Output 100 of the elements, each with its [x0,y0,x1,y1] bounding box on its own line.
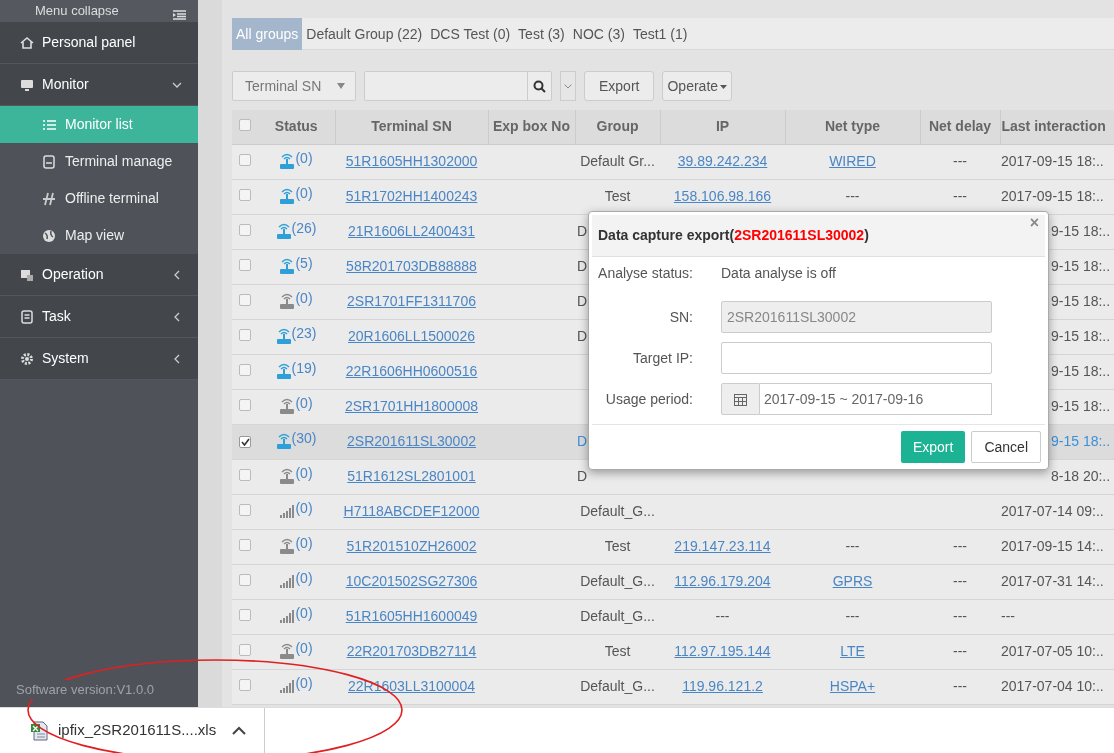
column-header: Exp box No [493,118,570,135]
last-interaction-text: 2017-09-15 18:.. [1001,188,1104,204]
net-type-link[interactable]: LTE [840,643,865,659]
row-checkbox[interactable] [239,574,251,586]
net-delay-text: --- [953,643,967,659]
group-text: Default Gr... [580,153,655,169]
group-text: Test [604,188,631,204]
search-icon [533,79,546,93]
net-delay-text: --- [953,538,967,554]
status-value: Data analyse is off [721,264,836,283]
column-header: Net delay [928,118,992,135]
row-checkbox[interactable] [239,189,251,201]
net-type-text: --- [845,188,860,204]
row-checkbox[interactable] [239,539,251,551]
globe-icon [42,228,56,243]
search-field[interactable] [364,71,552,101]
row-checkbox[interactable] [239,364,251,376]
field-label: SN: [668,308,693,327]
group-tab[interactable]: Default Group (22) [302,17,427,50]
dialog-title: Data capture export(2SR201611SL30002) [598,226,869,245]
last-interaction-text: 9-15 18:.. [1051,293,1111,309]
status-count: (19) [291,359,317,378]
column-header: IP [715,118,730,135]
group-text: D [577,433,588,449]
group-text: D [577,258,588,274]
slashes-icon [42,191,56,206]
downloaded-file-name[interactable]: ipfix_2SR201611S....xls [58,719,217,742]
status-count: (0) [295,464,313,483]
close-button[interactable]: × [1029,215,1039,231]
house-icon [20,35,34,50]
sidebar-item[interactable]: Personal panel [0,22,198,64]
row-checkbox[interactable] [239,644,251,656]
last-interaction-text: 2017-07-31 14:.. [1001,573,1104,589]
row-checkbox[interactable] [239,679,251,691]
row-checkbox[interactable] [239,294,251,306]
status-count: (26) [291,219,317,238]
row-checkbox[interactable] [239,504,251,516]
operate-dropdown-button[interactable]: Operate [662,71,733,101]
row-checkbox[interactable] [239,436,251,448]
group-text: Default_G... [580,503,655,519]
row-checkbox[interactable] [239,399,251,411]
net-delay-text: --- [953,573,967,589]
group-tab[interactable]: DCS Test (0) [426,17,515,50]
select-all-checkbox[interactable] [239,119,251,132]
sidebar-item[interactable]: Task [0,296,198,338]
date-range-field[interactable]: 2017-09-15 ~ 2017-09-16 [760,383,992,415]
last-interaction-text: 9-15 18:.. [1051,398,1111,414]
caret-icon [720,84,728,89]
status-count: (0) [295,604,313,623]
group-tab[interactable]: NOC (3) [568,17,629,50]
last-interaction-text: 9-15 18:.. [1051,433,1111,449]
group-text: Test [604,538,631,554]
group-text: D [577,468,588,484]
row-checkbox[interactable] [239,154,251,166]
export-button[interactable]: Export [584,71,655,101]
cancel-button[interactable]: Cancel [971,431,1041,463]
net-delay-text: --- [953,188,967,204]
row-checkbox[interactable] [239,609,251,621]
version-text: Software version:V1.0.0 [16,679,155,699]
last-interaction-text: 2017-09-15 18:.. [1001,153,1104,169]
net-type-text: --- [845,538,860,554]
export-button[interactable]: Export [900,431,966,463]
status-count: (30) [291,429,317,448]
group-tab[interactable]: Test (3) [514,17,569,50]
window-icon [20,267,34,282]
last-interaction-text: --- [1001,608,1015,624]
group-tab[interactable]: Test1 (1) [628,17,692,50]
status-count: (23) [291,324,317,343]
sidebar-subitem[interactable]: Monitor list [0,106,198,143]
calendar-button[interactable] [721,383,760,415]
row-checkbox[interactable] [239,224,251,236]
group-text: D [577,328,588,344]
net-delay-text: --- [953,153,967,169]
net-type-link[interactable]: GPRS [832,573,873,589]
status-count: (0) [295,499,313,518]
row-checkbox[interactable] [239,259,251,271]
chevron-up-icon[interactable] [232,726,247,735]
group-text: Test [604,643,631,659]
group-tab[interactable]: All groups [232,17,303,50]
sidebar-item[interactable]: System [0,338,198,380]
dropdown-toggle[interactable] [560,71,576,101]
net-type-link[interactable]: HSPA+ [829,678,876,694]
sidebar-item[interactable]: Operation [0,254,198,296]
collapse-icon [173,10,186,20]
menu-collapse-label: Menu collapse [35,1,119,20]
field-label: Target IP: [632,349,693,368]
status-count: (0) [295,289,313,308]
sidebar-item[interactable]: Monitor [0,64,198,106]
row-checkbox[interactable] [239,329,251,341]
status-count: (0) [295,184,313,203]
column-header: Last interaction [1001,118,1106,135]
group-text: Default_G... [580,573,655,589]
group-text: D [577,293,588,309]
row-checkbox[interactable] [239,469,251,481]
net-delay-text: --- [953,608,967,624]
target-ip-field[interactable] [721,342,992,374]
caret-icon [337,83,345,89]
net-type-link[interactable]: WIRED [829,153,876,169]
search-by-select[interactable]: Terminal SN [232,71,356,101]
column-header: Terminal SN [371,118,452,135]
